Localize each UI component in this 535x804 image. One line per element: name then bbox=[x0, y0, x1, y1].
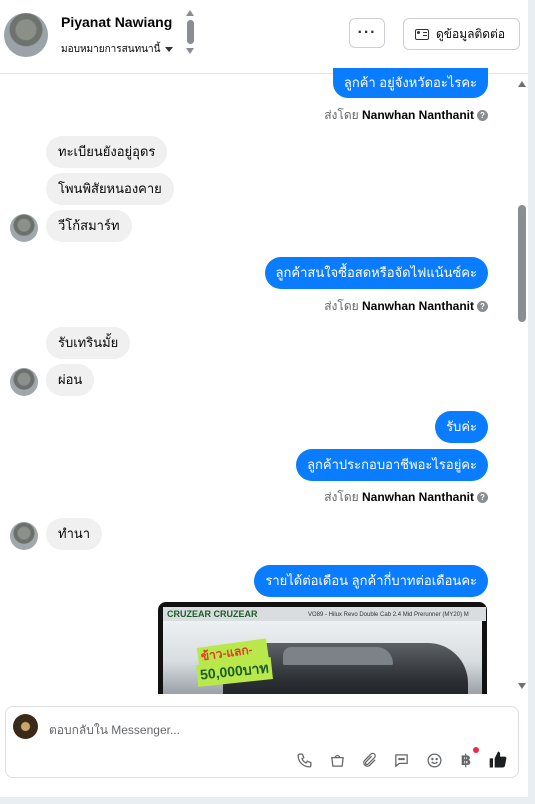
sent-by-label: ส่งโดย Nanwhan Nanthanit? bbox=[324, 297, 488, 316]
sender-name: Nanwhan Nanthanit bbox=[361, 299, 474, 313]
scroll-up-arrow-icon[interactable] bbox=[518, 81, 526, 87]
view-contact-info-button[interactable]: ดูข้อมูลติดต่อ bbox=[403, 18, 520, 50]
message-incoming[interactable]: วีโก้สมาร์ท bbox=[46, 210, 132, 242]
assign-label: มอบหมายการสนทนานี้ bbox=[61, 44, 161, 55]
message-incoming[interactable]: ทำนา bbox=[46, 518, 103, 550]
notification-dot bbox=[473, 747, 479, 753]
message-incoming[interactable]: ทะเบียนยังอยู่อุดร bbox=[46, 136, 168, 168]
scroll-up-icon[interactable] bbox=[186, 10, 194, 16]
baht-icon[interactable]: ฿ bbox=[456, 750, 476, 770]
more-options-button[interactable]: ··· bbox=[349, 18, 385, 48]
message-outgoing[interactable]: รายได้ต่อเดือน ลูกค้ากี่บาทต่อเดือนคะ bbox=[254, 565, 488, 597]
help-icon[interactable]: ? bbox=[477, 301, 488, 313]
contact-card-icon bbox=[415, 28, 429, 40]
message-incoming[interactable]: รับเทรินมั้ย bbox=[46, 327, 131, 359]
scrollbar-thumb[interactable] bbox=[518, 205, 526, 322]
sender-name: Nanwhan Nanthanit bbox=[361, 108, 474, 122]
help-icon[interactable]: ? bbox=[477, 110, 488, 122]
paperclip-icon[interactable] bbox=[359, 750, 379, 770]
truck-photo: ข้าว-แลก-รถ 50,000บาท bbox=[163, 621, 482, 694]
sender-name: Nanwhan Nanthanit bbox=[361, 490, 474, 504]
message-outgoing[interactable]: รับค่ะ bbox=[435, 411, 488, 443]
message-composer: ตอบกลับใน Messenger... ฿ bbox=[5, 706, 519, 778]
truck-window bbox=[283, 647, 393, 665]
assign-conversation-dropdown[interactable]: มอบหมายการสนทนานี้ bbox=[61, 42, 174, 57]
sent-by-prefix: ส่งโดย bbox=[324, 108, 359, 122]
sent-by-prefix: ส่งโดย bbox=[324, 490, 359, 504]
caret-down-icon bbox=[165, 46, 174, 52]
message-scrollbar[interactable] bbox=[515, 74, 528, 694]
scroll-down-arrow-icon[interactable] bbox=[518, 683, 526, 689]
messenger-panel: Piyanat Nawiang มอบหมายการสนทนานี้ ··· ด… bbox=[0, 0, 528, 797]
view-contact-info-label: ดูข้อมูลติดต่อ bbox=[436, 26, 506, 41]
promo-badge: ข้าว-แลก-รถ 50,000บาท bbox=[191, 638, 273, 687]
help-icon[interactable]: ? bbox=[477, 492, 488, 504]
header-scroll-control[interactable] bbox=[185, 10, 195, 58]
message-outgoing[interactable]: ลูกค้าสนใจซื้อสดหรือจัดไฟแน้นซ์คะ bbox=[264, 257, 488, 289]
chat-bubble-icon[interactable] bbox=[391, 750, 411, 770]
message-outgoing[interactable]: ลูกค้า อยู่จังหวัดอะไรคะ bbox=[332, 68, 488, 98]
image-sub-text: VO89 - Hilux Revo Double Cab 2.4 Mid Pre… bbox=[308, 612, 469, 618]
message-outgoing[interactable]: ลูกค้าประกอบอาชีพอะไรอยู่คะ bbox=[296, 449, 488, 481]
phone-icon[interactable] bbox=[294, 750, 314, 770]
contact-name[interactable]: Piyanat Nawiang bbox=[61, 14, 172, 30]
contact-avatar[interactable] bbox=[4, 13, 48, 57]
contact-avatar-small bbox=[10, 522, 38, 550]
contact-avatar-small bbox=[10, 368, 38, 396]
message-incoming[interactable]: ผ่อน bbox=[46, 364, 95, 396]
contact-avatar-small bbox=[10, 214, 38, 242]
scroll-down-icon[interactable] bbox=[186, 48, 194, 54]
sent-by-prefix: ส่งโดย bbox=[324, 299, 359, 313]
image-attachment[interactable]: CRUZEAR CRUZEAR VO89 - Hilux Revo Double… bbox=[158, 602, 487, 694]
message-incoming[interactable]: โพนพิสัยหนองคาย bbox=[46, 173, 174, 205]
sent-by-label: ส่งโดย Nanwhan Nanthanit? bbox=[324, 106, 488, 125]
page-avatar bbox=[13, 714, 38, 739]
composer-toolbar: ฿ bbox=[6, 747, 520, 773]
thumbs-up-icon[interactable] bbox=[488, 750, 508, 770]
sent-by-label: ส่งโดย Nanwhan Nanthanit? bbox=[324, 488, 488, 507]
reply-input[interactable]: ตอบกลับใน Messenger... bbox=[49, 721, 180, 740]
emoji-icon[interactable] bbox=[424, 750, 444, 770]
conversation-header: Piyanat Nawiang มอบหมายการสนทนานี้ ··· ด… bbox=[0, 0, 528, 74]
scroll-thumb[interactable] bbox=[187, 20, 194, 44]
shopping-bag-icon[interactable] bbox=[327, 750, 347, 770]
